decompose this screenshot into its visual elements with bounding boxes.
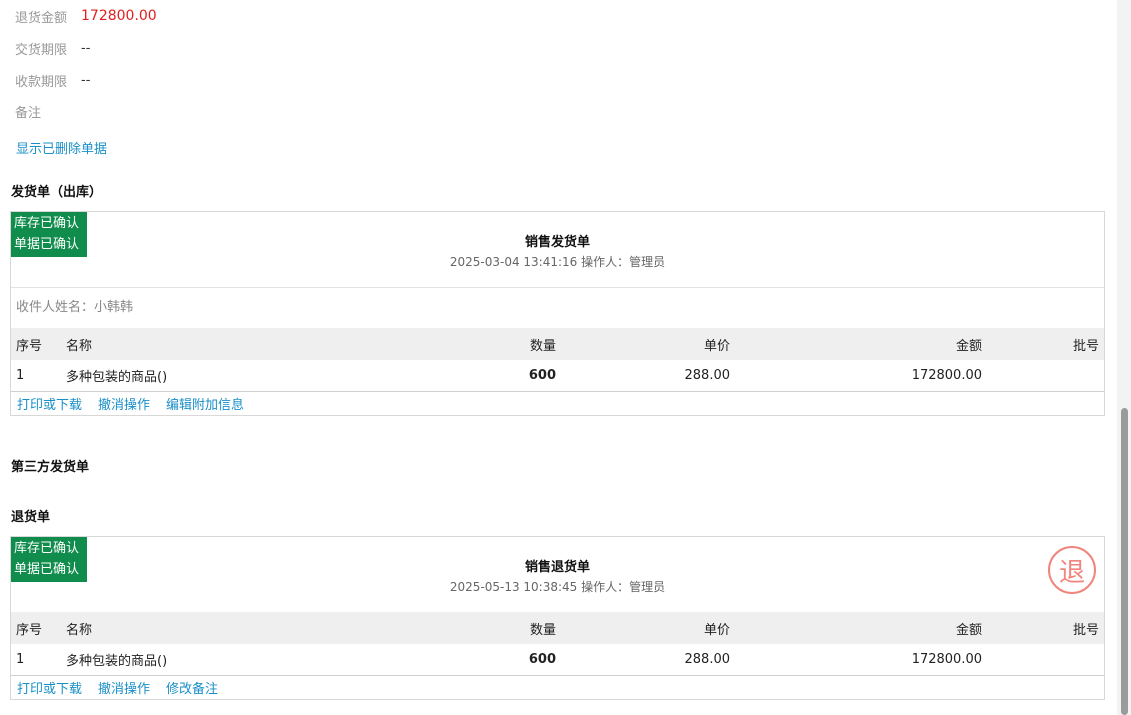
col-no: 序号	[16, 622, 43, 638]
cell-name: 多种包装的商品()	[66, 370, 168, 385]
col-batch: 批号	[1072, 622, 1099, 638]
cell-no: 1	[16, 368, 25, 383]
vertical-scrollbar[interactable]	[1117, 0, 1131, 715]
refund-amount-label: 退货金额	[15, 10, 68, 26]
doc-subtitle: 2025-03-04 13:41:16 操作人：管理员	[449, 255, 666, 269]
payment-term-label: 收款期限	[15, 74, 68, 90]
payment-term-row: 收款期限 --	[15, 70, 90, 90]
doc-subtitle: 2025-05-13 10:38:45 操作人：管理员	[449, 580, 666, 594]
col-price: 单价	[703, 338, 730, 354]
table-header: 序号 名称 数量 单价 金额 批号	[11, 328, 1104, 360]
cell-amount: 172800.00	[911, 652, 982, 667]
recipient-name: 收件人姓名：小韩韩	[11, 287, 1104, 328]
third-party-section-title: 第三方发货单	[11, 460, 90, 475]
cell-name: 多种包装的商品()	[66, 654, 168, 669]
return-stamp-icon: 退	[1048, 546, 1096, 594]
refund-amount-row: 退货金额 172800.00	[15, 6, 157, 26]
col-no: 序号	[16, 338, 43, 354]
col-name: 名称	[66, 338, 93, 354]
cell-price: 288.00	[684, 368, 731, 383]
scrollbar-thumb[interactable]	[1121, 408, 1128, 715]
cell-no: 1	[16, 652, 25, 667]
col-batch: 批号	[1072, 338, 1099, 354]
print-download-link[interactable]: 打印或下载	[17, 678, 82, 697]
payment-term-value: --	[81, 72, 91, 88]
undo-operation-link[interactable]: 撤消操作	[98, 394, 150, 413]
show-deleted-docs-link[interactable]: 显示已删除单据	[16, 138, 107, 157]
doc-actions: 打印或下载 撤消操作 编辑附加信息	[11, 392, 1104, 415]
delivery-term-value: --	[81, 40, 91, 56]
return-doc-header: 库存已确认 单据已确认 销售退货单 2025-05-13 10:38:45 操作…	[11, 537, 1104, 612]
doc-title: 销售发货单	[524, 235, 590, 250]
cell-qty: 600	[528, 652, 556, 667]
col-name: 名称	[66, 622, 93, 638]
remark-label: 备注	[15, 105, 42, 121]
refund-amount-value: 172800.00	[81, 8, 157, 24]
cell-amount: 172800.00	[911, 368, 982, 383]
shipping-doc-header: 库存已确认 单据已确认 销售发货单 2025-03-04 13:41:16 操作…	[11, 212, 1104, 287]
delivery-term-label: 交货期限	[15, 42, 68, 58]
delivery-term-row: 交货期限 --	[15, 38, 90, 58]
return-section-title: 退货单	[11, 510, 51, 525]
shipping-section-title: 发货单（出库）	[11, 185, 103, 200]
cell-price: 288.00	[684, 652, 731, 667]
edit-extra-info-link[interactable]: 编辑附加信息	[166, 394, 244, 413]
table-row: 1 多种包装的商品() 600 288.00 172800.00	[11, 360, 1104, 392]
col-amount: 金额	[955, 338, 982, 354]
edit-remark-link[interactable]: 修改备注	[166, 678, 218, 697]
cell-qty: 600	[528, 368, 556, 383]
col-qty: 数量	[529, 622, 556, 638]
doc-actions: 打印或下载 撤消操作 修改备注	[11, 676, 1104, 699]
print-download-link[interactable]: 打印或下载	[17, 394, 82, 413]
col-amount: 金额	[955, 622, 982, 638]
return-document: 库存已确认 单据已确认 销售退货单 2025-05-13 10:38:45 操作…	[10, 536, 1105, 700]
table-row: 1 多种包装的商品() 600 288.00 172800.00	[11, 644, 1104, 676]
undo-operation-link[interactable]: 撤消操作	[98, 678, 150, 697]
remark-row: 备注	[15, 101, 81, 121]
table-header: 序号 名称 数量 单价 金额 批号	[11, 612, 1104, 644]
col-qty: 数量	[529, 338, 556, 354]
shipping-document: 库存已确认 单据已确认 销售发货单 2025-03-04 13:41:16 操作…	[10, 211, 1105, 416]
doc-title: 销售退货单	[524, 560, 590, 575]
col-price: 单价	[703, 622, 730, 638]
